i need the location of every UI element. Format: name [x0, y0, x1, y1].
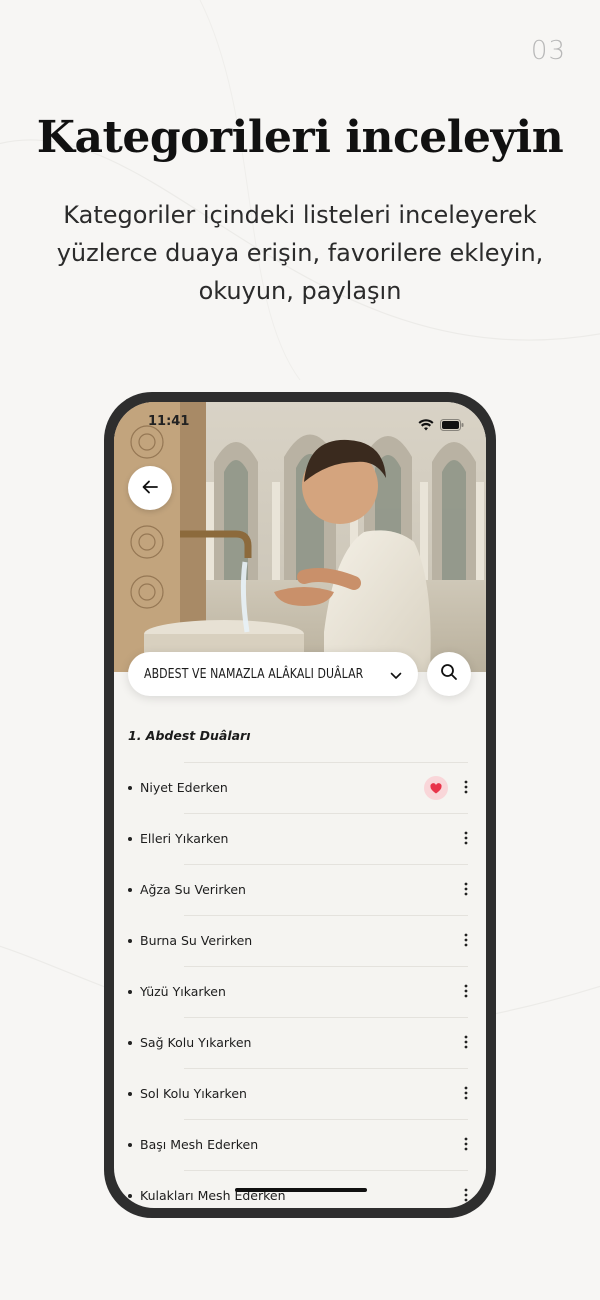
- list-item-label: Sağ Kolu Yıkarken: [140, 1035, 252, 1050]
- more-options-button[interactable]: [454, 1132, 478, 1158]
- more-options-button[interactable]: [454, 826, 478, 852]
- list-item[interactable]: Başı Mesh Ederken: [128, 1119, 474, 1170]
- search-icon: [440, 663, 458, 685]
- status-time: 11:41: [148, 414, 190, 429]
- list-item-label: Ağza Su Verirken: [140, 882, 246, 897]
- list-item[interactable]: Ağza Su Verirken: [128, 864, 474, 915]
- more-options-button[interactable]: [454, 979, 478, 1005]
- status-bar: 11:41: [114, 414, 486, 434]
- page-subtitle: Kategoriler içindeki listeleri inceleyer…: [40, 196, 560, 310]
- bullet: [128, 1091, 132, 1096]
- bullet: [128, 989, 132, 994]
- arrow-left-icon: [142, 479, 158, 498]
- more-vertical-icon: [464, 1034, 468, 1053]
- search-button[interactable]: [427, 652, 471, 696]
- more-vertical-icon: [464, 932, 468, 951]
- more-vertical-icon: [464, 1085, 468, 1104]
- more-vertical-icon: [464, 881, 468, 900]
- list-item-label: Niyet Ederken: [140, 780, 228, 795]
- more-vertical-icon: [464, 779, 468, 798]
- home-indicator[interactable]: [235, 1188, 367, 1192]
- chevron-down-icon: [390, 665, 402, 684]
- page-number: 03: [530, 36, 566, 66]
- favorite-button[interactable]: [424, 776, 448, 800]
- more-options-button[interactable]: [454, 1030, 478, 1056]
- list-item-label: Elleri Yıkarken: [140, 831, 229, 846]
- dua-list: Niyet Ederken Elleri Yıkarken Ağza Su Ve…: [128, 762, 474, 1208]
- more-vertical-icon: [464, 1187, 468, 1206]
- more-options-button[interactable]: [454, 775, 478, 801]
- list-item[interactable]: Burna Su Verirken: [128, 915, 474, 966]
- section-title: 1. Abdest Duâları: [128, 728, 251, 743]
- wifi-icon: [418, 416, 434, 435]
- bullet: [128, 1040, 132, 1045]
- phone-mockup: 11:41 ABDEST VE NAMAZLA ALÂKALI DUÂLAR 1…: [104, 392, 496, 1218]
- more-options-button[interactable]: [454, 877, 478, 903]
- list-item[interactable]: Yüzü Yıkarken: [128, 966, 474, 1017]
- back-button[interactable]: [128, 466, 172, 510]
- bullet: [128, 887, 132, 892]
- subtitle-line: okuyun, paylaşın: [198, 277, 402, 305]
- bullet: [128, 938, 132, 943]
- phone-screen: 11:41 ABDEST VE NAMAZLA ALÂKALI DUÂLAR 1…: [114, 402, 486, 1208]
- bullet: [128, 1142, 132, 1147]
- bullet: [128, 1193, 132, 1198]
- list-item-label: Sol Kolu Yıkarken: [140, 1086, 247, 1101]
- page-title: Kategorileri inceleyin: [36, 112, 564, 163]
- list-item[interactable]: Sol Kolu Yıkarken: [128, 1068, 474, 1119]
- bullet: [128, 785, 132, 790]
- battery-icon: [440, 416, 464, 435]
- more-options-button[interactable]: [454, 1081, 478, 1107]
- list-item[interactable]: Sağ Kolu Yıkarken: [128, 1017, 474, 1068]
- category-selected-label: ABDEST VE NAMAZLA ALÂKALI DUÂLAR: [144, 666, 364, 682]
- list-item-label: Yüzü Yıkarken: [140, 984, 226, 999]
- more-options-button[interactable]: [454, 1183, 478, 1208]
- list-item[interactable]: Niyet Ederken: [128, 762, 474, 813]
- category-dropdown[interactable]: ABDEST VE NAMAZLA ALÂKALI DUÂLAR: [128, 652, 418, 696]
- subtitle-line: yüzlerce duaya erişin, favorilere ekleyi…: [56, 239, 544, 267]
- hero-image: 11:41: [114, 402, 486, 672]
- heart-icon: [430, 779, 442, 798]
- bullet: [128, 836, 132, 841]
- list-item[interactable]: Elleri Yıkarken: [128, 813, 474, 864]
- more-vertical-icon: [464, 983, 468, 1002]
- more-vertical-icon: [464, 1136, 468, 1155]
- list-item-label: Başı Mesh Ederken: [140, 1137, 259, 1152]
- more-vertical-icon: [464, 830, 468, 849]
- subtitle-line: Kategoriler içindeki listeleri inceleyer…: [63, 201, 537, 229]
- list-item-label: Burna Su Verirken: [140, 933, 253, 948]
- more-options-button[interactable]: [454, 928, 478, 954]
